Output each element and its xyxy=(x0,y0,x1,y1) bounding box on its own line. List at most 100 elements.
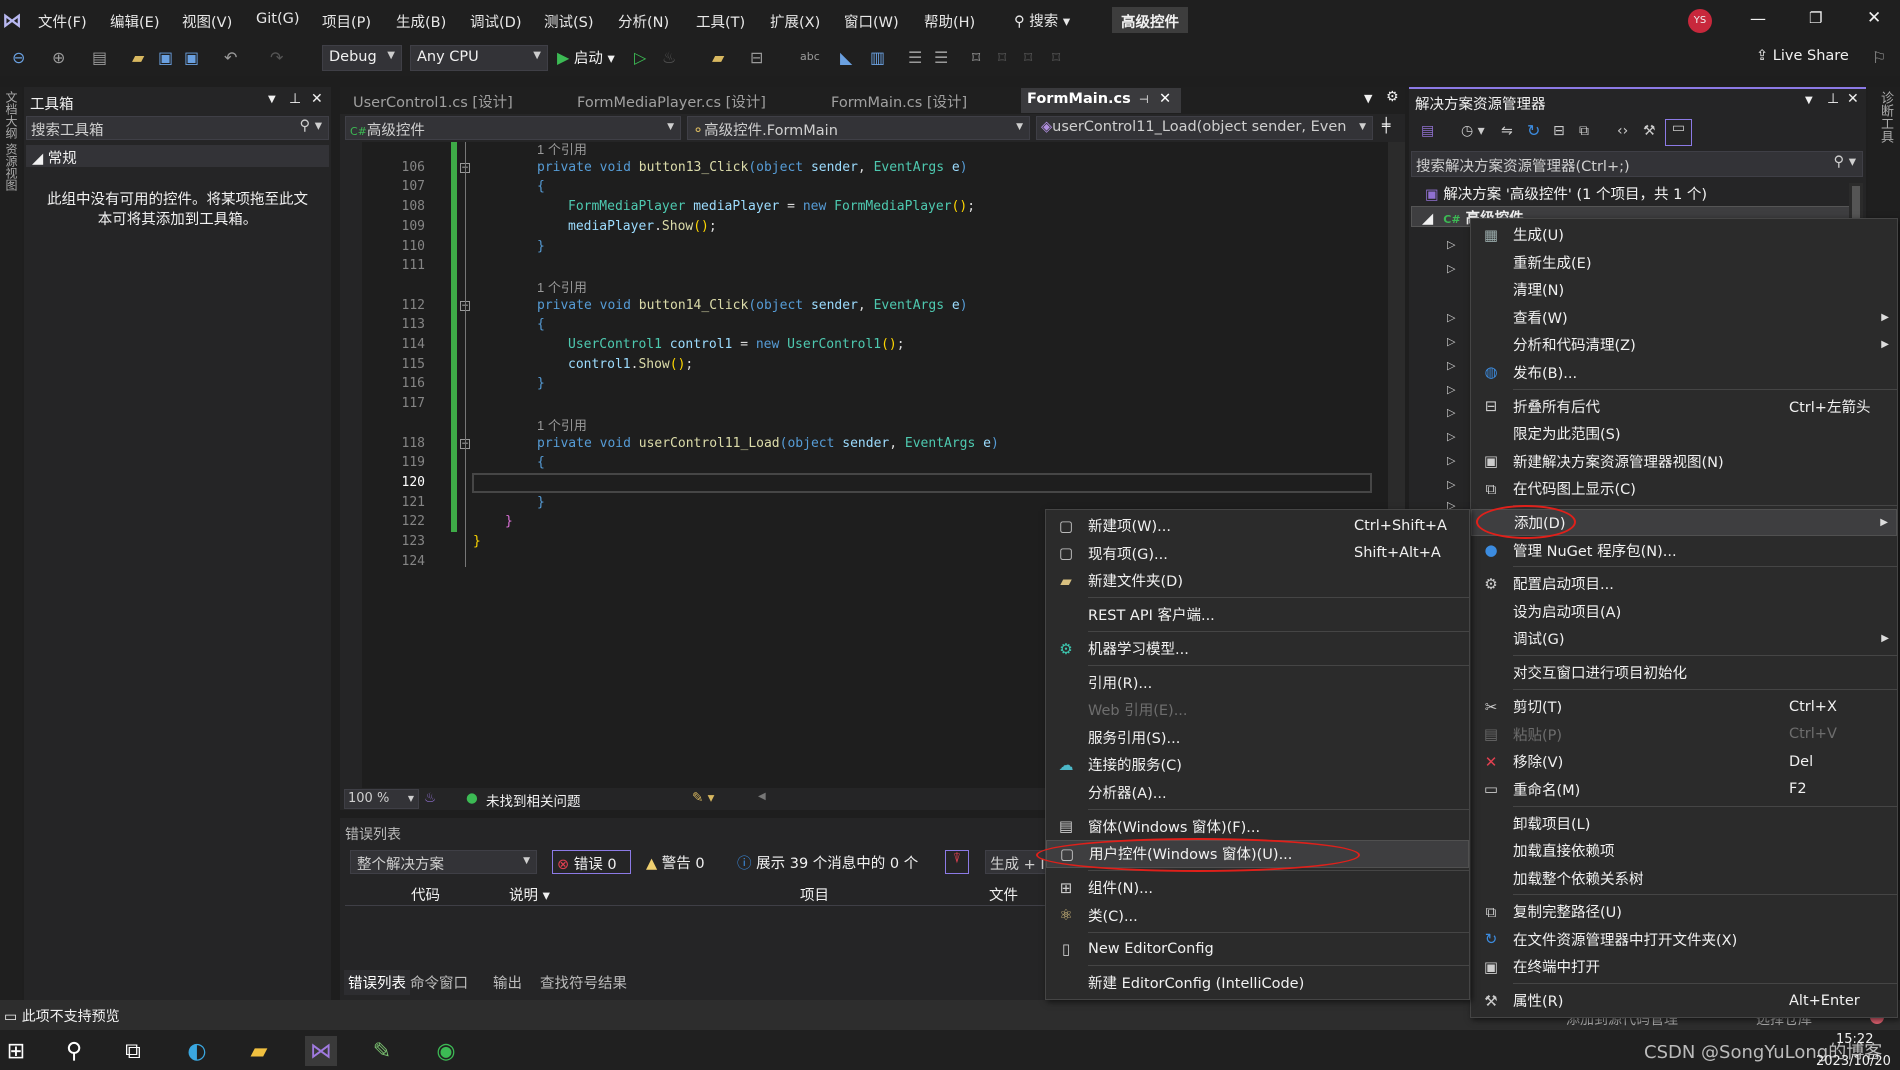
menu-item[interactable]: 清理(N) xyxy=(1471,276,1897,304)
expand-arrow-icon[interactable]: ▷ xyxy=(1447,406,1455,419)
menu-item[interactable]: 设为启动项目(A) xyxy=(1471,598,1897,626)
column-description[interactable]: 说明 ▾ xyxy=(509,884,550,905)
menu-item[interactable]: ⊞ 组件(N)... xyxy=(1046,874,1469,902)
task-view-icon[interactable]: ⧉ xyxy=(117,1036,149,1066)
menu-item[interactable]: ↻ 在文件资源管理器中打开文件夹(X) xyxy=(1471,926,1897,954)
menu-item[interactable]: 调试(G) ▶ xyxy=(1471,625,1897,653)
view-code-icon[interactable]: ‹› xyxy=(1617,123,1628,139)
uncomment-icon[interactable]: ☰ xyxy=(934,48,948,67)
clear-bookmarks-icon[interactable]: ⌑ xyxy=(1052,48,1060,67)
menu-item[interactable]: 分析(N) xyxy=(618,11,669,32)
menu-item[interactable]: ▯ New EditorConfig xyxy=(1046,935,1469,963)
menu-item[interactable]: ▤ 窗体(Windows 窗体)(F)... xyxy=(1046,813,1469,841)
menu-item[interactable]: ☁ 连接的服务(C) xyxy=(1046,751,1469,779)
search-button[interactable]: ⚲ 搜索 ▾ xyxy=(1014,10,1070,31)
menu-item[interactable]: 新建 EditorConfig (IntelliCode) xyxy=(1046,969,1469,997)
close-button[interactable]: ✕ xyxy=(1867,8,1881,28)
feedback-icon[interactable]: ⚐ xyxy=(1872,48,1886,67)
menu-item[interactable]: ● 管理 NuGet 程序包(N)... xyxy=(1471,536,1897,564)
menu-item[interactable]: 查看(W) ▶ xyxy=(1471,304,1897,332)
menu-item[interactable]: 文件(F) xyxy=(38,11,87,32)
menu-item[interactable]: ✕ 移除(V) Del xyxy=(1471,748,1897,776)
codelens-references[interactable]: 1 个引用 xyxy=(537,415,587,434)
next-bookmark-icon[interactable]: ⌑ xyxy=(1024,48,1032,67)
issues-status[interactable]: 未找到相关问题 xyxy=(486,790,581,810)
menu-item[interactable]: ◍ 发布(B)... xyxy=(1471,359,1897,387)
collapse-all-icon[interactable]: ⊟ xyxy=(1553,123,1565,139)
split-icon[interactable]: ╪ xyxy=(1382,118,1390,134)
expand-arrow-icon[interactable]: ▷ xyxy=(1447,262,1455,275)
dropdown-icon[interactable]: ▼ xyxy=(268,94,276,105)
menu-item[interactable]: 重新生成(E) xyxy=(1471,249,1897,277)
tab-list-dropdown-icon[interactable]: ▼ xyxy=(1364,92,1372,105)
save-icon[interactable]: ▣ xyxy=(158,48,173,67)
wechat-icon[interactable]: ◉ xyxy=(430,1036,462,1066)
search-icon[interactable]: ⚲ xyxy=(58,1036,90,1066)
expand-arrow-icon[interactable]: ▷ xyxy=(1447,311,1455,324)
expand-arrow-icon[interactable]: ▷ xyxy=(1447,335,1455,348)
menu-item[interactable]: ✂ 剪切(T) Ctrl+X xyxy=(1471,693,1897,721)
layout-icon[interactable]: ⊟ xyxy=(750,48,763,67)
menu-item[interactable]: 限定为此范围(S) xyxy=(1471,420,1897,448)
maximize-button[interactable]: ❐ xyxy=(1809,9,1822,27)
column-project[interactable]: 项目 xyxy=(800,884,829,905)
bottom-tab[interactable]: 输出 xyxy=(493,972,522,993)
pin-icon[interactable]: ⊥ xyxy=(289,91,301,107)
show-all-files-icon[interactable]: ⧉ xyxy=(1579,123,1589,139)
scroll-left-icon[interactable]: ◀ xyxy=(758,791,766,802)
tab-1[interactable]: FormMediaPlayer.cs [设计] xyxy=(571,88,812,113)
menu-item[interactable]: 卸载项目(L) xyxy=(1471,809,1897,837)
sync-icon[interactable]: ⇋ xyxy=(1501,123,1513,139)
expand-arrow-icon[interactable]: ▷ xyxy=(1447,430,1455,443)
close-icon[interactable]: ✕ xyxy=(311,91,323,107)
expand-arrow-icon[interactable]: ▷ xyxy=(1447,454,1455,467)
menu-item[interactable]: ▢ 现有项(G)... Shift+Alt+A xyxy=(1046,540,1469,568)
menu-item[interactable]: 服务引用(S)... xyxy=(1046,724,1469,752)
pin-icon[interactable]: ⊣ xyxy=(1139,93,1149,106)
open-icon[interactable]: ▰ xyxy=(132,48,144,67)
menu-item[interactable]: 加载整个依赖关系树 xyxy=(1471,864,1897,892)
menu-item[interactable]: 生成(B) xyxy=(396,11,446,32)
member-dropdown[interactable]: ◈userControl11_Load(object sender, Even ▼ xyxy=(1036,116,1373,140)
bookmark-icon[interactable]: ⌑ xyxy=(972,48,980,67)
menu-item[interactable]: 窗口(W) xyxy=(844,11,899,32)
bottom-tab[interactable]: 查找符号结果 xyxy=(540,972,627,993)
expand-arrow-icon[interactable]: ▷ xyxy=(1447,383,1455,396)
expand-arrow-icon[interactable]: ▷ xyxy=(1447,478,1455,491)
menu-item[interactable]: ⚙ 配置启动项目... xyxy=(1471,570,1897,598)
menu-item[interactable]: ▣ 新建解决方案资源管理器视图(N) xyxy=(1471,447,1897,475)
diagnostic-tools-tab[interactable]: 诊断工具 xyxy=(1876,91,1895,143)
live-share-button[interactable]: ⇪ Live Share xyxy=(1756,48,1849,64)
save-all-icon[interactable]: ▣ xyxy=(184,48,199,67)
configuration-dropdown[interactable]: Debug ▼ xyxy=(322,45,402,71)
step-icon[interactable]: ◣ xyxy=(840,48,852,67)
forward-icon[interactable]: ⊕ xyxy=(52,48,65,67)
preview-icon[interactable]: ▭ xyxy=(1665,119,1692,146)
visual-studio-icon[interactable]: ⋈ xyxy=(305,1036,337,1066)
codelens-references[interactable]: 1 个引用 xyxy=(537,277,587,296)
menu-item[interactable]: 分析器(A)... xyxy=(1046,779,1469,807)
expand-arrow-icon[interactable]: ▷ xyxy=(1447,359,1455,372)
menu-item[interactable]: 扩展(X) xyxy=(770,11,820,32)
new-project-icon[interactable]: ▤ xyxy=(92,48,107,67)
menu-item[interactable]: Git(G) xyxy=(256,11,300,27)
windows-start-icon[interactable]: ⊞ xyxy=(0,1036,32,1066)
codelens-references[interactable]: 1 个引用 xyxy=(537,139,587,158)
start-button[interactable]: ▶ 启动 ▾ xyxy=(557,47,615,68)
build-filter-icon[interactable]: ⍒ xyxy=(945,850,969,874)
menu-item[interactable]: ▣ 在终端中打开 xyxy=(1471,953,1897,981)
settings-icon[interactable]: ⚙ xyxy=(1386,89,1399,105)
document-outline-tab[interactable]: 文档大纲 资源视图 xyxy=(3,91,20,191)
toolbox-group-general[interactable]: ◢ 常规 xyxy=(26,145,329,167)
menu-item[interactable]: 项目(P) xyxy=(322,11,371,32)
zoom-dropdown[interactable]: 100 % ▼ xyxy=(344,789,419,809)
menu-item[interactable]: ▰ 新建文件夹(D) xyxy=(1046,567,1469,595)
column-code[interactable]: 代码 xyxy=(411,884,440,905)
menu-item[interactable]: ⧉ 在代码图上显示(C) xyxy=(1471,475,1897,503)
menu-item[interactable]: Web 引用(E)... xyxy=(1046,696,1469,724)
start-without-debug-icon[interactable]: ▷ xyxy=(634,48,646,67)
project-dropdown[interactable]: C#高级控件 ▼ xyxy=(345,116,681,140)
pending-changes-icon[interactable]: ◷ ▾ xyxy=(1461,123,1485,139)
errors-filter-button[interactable]: ⊗ 错误 0 xyxy=(552,850,631,874)
menu-item[interactable]: ▤ 粘贴(P) Ctrl+V xyxy=(1471,720,1897,748)
